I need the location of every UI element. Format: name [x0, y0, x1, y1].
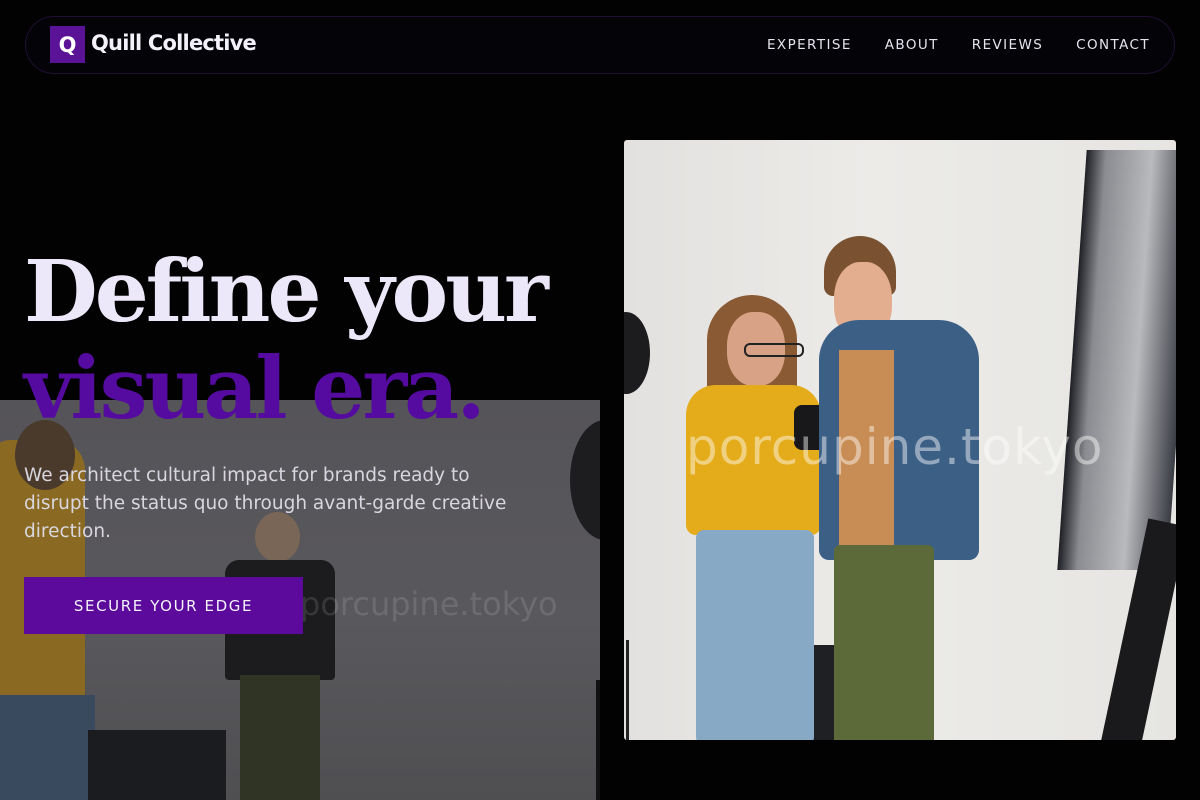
secure-your-edge-button[interactable]: SECURE YOUR EDGE — [24, 577, 303, 634]
nav-link-contact[interactable]: CONTACT — [1076, 37, 1150, 53]
nav-link-expertise[interactable]: EXPERTISE — [767, 37, 852, 53]
brand-name[interactable]: Quill Collective — [91, 31, 257, 55]
nav-links: EXPERTISE ABOUT REVIEWS CONTACT — [767, 37, 1150, 53]
hero-subtitle: We architect cultural impact for brands … — [24, 465, 507, 542]
hero-photo: porcupine.tokyo — [624, 140, 1176, 740]
nav-link-reviews[interactable]: REVIEWS — [972, 37, 1043, 53]
watermark-left: porcupine.tokyo — [300, 585, 558, 623]
hero-title-line-1: Define your — [24, 242, 549, 342]
hero-title-line-2: visual era. — [24, 339, 486, 439]
nav-link-about[interactable]: ABOUT — [885, 37, 939, 53]
logo-mark[interactable]: Q — [50, 26, 85, 63]
watermark-right: porcupine.tokyo — [686, 418, 1104, 476]
top-nav: Q Quill Collective EXPERTISE ABOUT REVIE… — [25, 16, 1175, 74]
